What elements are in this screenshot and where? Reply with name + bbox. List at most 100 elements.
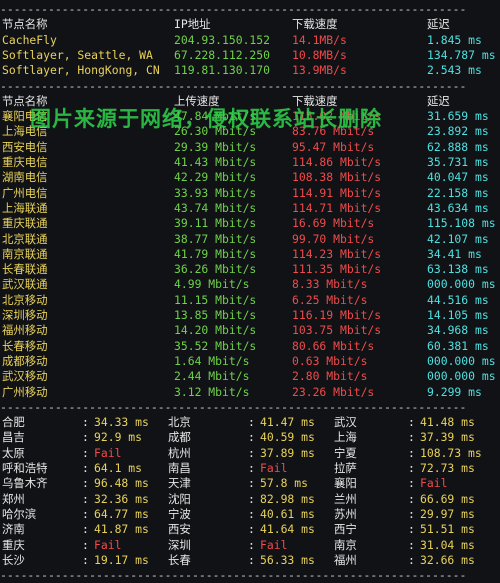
isp-table-row: 福州移动 14.20 Mbit/s 103.75 Mbit/s 34.968 ms bbox=[0, 323, 500, 338]
city-name: 福州 bbox=[334, 552, 357, 567]
latency: 000.000 ms bbox=[427, 353, 496, 368]
ping-row: 合肥:34.33 ms 北京:41.47 ms 武汉:41.48 ms bbox=[0, 415, 500, 430]
ping-row: 长沙:19.17 ms 长春:56.33 ms 福州:32.66 ms bbox=[0, 553, 500, 568]
divider: ----------------------------------------… bbox=[0, 79, 500, 94]
city-name: 宁波 bbox=[168, 506, 191, 521]
city-name: 襄阳 bbox=[334, 476, 357, 491]
colon-separator: : bbox=[82, 445, 89, 460]
latency: 000.000 ms bbox=[427, 277, 496, 292]
node-name: 武汉移动 bbox=[2, 369, 48, 384]
ping-value: Fail bbox=[94, 445, 122, 460]
city-name: 兰州 bbox=[334, 491, 357, 506]
isp-table-row: 武汉移动 2.44 Mbit/s 2.80 Mbit/s 000.000 ms bbox=[0, 369, 500, 384]
isp-table-row: 广州移动 3.12 Mbit/s 23.26 Mbit/s 9.299 ms bbox=[0, 385, 500, 400]
node-name: 西安电信 bbox=[2, 139, 48, 154]
download-speed: 80.66 Mbit/s bbox=[292, 338, 375, 353]
cdn-table-row: CacheFly 204.93.150.152 14.1MB/s 1.845 ms bbox=[0, 33, 500, 48]
isp-table-row: 深圳移动 13.85 Mbit/s 116.19 Mbit/s 14.105 ms bbox=[0, 308, 500, 323]
terminal-window: ----------------------------------------… bbox=[0, 0, 500, 582]
ping-value: 34.33 ms bbox=[94, 415, 149, 430]
isp-table-row: 南京联通 41.79 Mbit/s 114.23 Mbit/s 34.41 ms bbox=[0, 247, 500, 262]
isp-table-row: 重庆电信 41.43 Mbit/s 114.86 Mbit/s 35.731 ms bbox=[0, 155, 500, 170]
divider-line: ----------------------------------------… bbox=[0, 2, 467, 16]
colon-separator: : bbox=[408, 537, 415, 552]
city-name: 苏州 bbox=[334, 506, 357, 521]
ping-value: Fail bbox=[260, 461, 288, 475]
ip-address: 119.81.130.170 bbox=[174, 63, 271, 78]
node-name: 重庆电信 bbox=[2, 155, 48, 169]
cdn-header-cell: IP地址 bbox=[174, 17, 211, 32]
ping-value: 40.61 ms bbox=[260, 506, 315, 521]
upload-speed: 11.15 Mbit/s bbox=[174, 292, 257, 307]
colon-separator: : bbox=[408, 430, 415, 445]
colon-separator: : bbox=[82, 537, 89, 552]
ip-address: 67.228.112.250 bbox=[174, 47, 271, 62]
ping-value: 96.48 ms bbox=[94, 476, 149, 491]
isp-table-row: 西安电信 29.39 Mbit/s 95.47 Mbit/s 62.888 ms bbox=[0, 140, 500, 155]
ping-value: 66.69 ms bbox=[420, 491, 475, 506]
latency: 63.138 ms bbox=[427, 262, 489, 277]
ping-value: 57.8 ms bbox=[260, 476, 309, 491]
upload-speed: 42.29 Mbit/s bbox=[174, 170, 257, 185]
download-speed: 2.80 Mbit/s bbox=[292, 369, 368, 384]
ping-row: 济南:41.87 ms 西安:41.64 ms 西宁:51.51 ms bbox=[0, 522, 500, 537]
colon-separator: : bbox=[408, 552, 415, 567]
cdn-header-cell: 下载速度 bbox=[292, 17, 338, 32]
cdn-header-cell: 延迟 bbox=[427, 17, 450, 32]
node-name: 北京联通 bbox=[2, 231, 48, 246]
latency: 60.381 ms bbox=[427, 338, 489, 353]
ping-value: Fail bbox=[420, 476, 448, 491]
ping-value: 72.73 ms bbox=[420, 461, 475, 475]
isp-table-row: 长春联通 36.26 Mbit/s 111.35 Mbit/s 63.138 ms bbox=[0, 262, 500, 277]
download-speed: 14.1MB/s bbox=[292, 32, 347, 47]
cdn-table-row: Softlayer, Seattle, WA 67.228.112.250 10.8… bbox=[0, 48, 500, 63]
node-name: 湖南电信 bbox=[2, 170, 48, 185]
upload-speed: 29.39 Mbit/s bbox=[174, 139, 257, 154]
node-name: Softlayer, HongKong, CN bbox=[2, 63, 160, 78]
isp-header-cell: 延迟 bbox=[427, 93, 450, 108]
colon-separator: : bbox=[248, 506, 255, 521]
city-name: 哈尔滨 bbox=[2, 506, 37, 521]
city-name: 长沙 bbox=[2, 552, 25, 567]
city-name: 杭州 bbox=[168, 445, 191, 460]
latency: 22.158 ms bbox=[427, 185, 489, 200]
colon-separator: : bbox=[408, 522, 415, 537]
city-name: 成都 bbox=[168, 430, 191, 445]
node-name: 重庆联通 bbox=[2, 216, 48, 231]
download-speed: 8.33 Mbit/s bbox=[292, 277, 368, 292]
upload-speed: 35.52 Mbit/s bbox=[174, 338, 257, 353]
download-speed: 114.91 Mbit/s bbox=[292, 185, 382, 200]
colon-separator: : bbox=[408, 445, 415, 460]
city-name: 宁夏 bbox=[334, 445, 357, 460]
ping-value: Fail bbox=[260, 537, 288, 552]
ping-row: 郑州:32.36 ms 沈阳:82.98 ms 兰州:66.69 ms bbox=[0, 492, 500, 507]
city-name: 呼和浩特 bbox=[2, 461, 48, 475]
upload-speed: 41.43 Mbit/s bbox=[174, 155, 257, 169]
city-name: 拉萨 bbox=[334, 461, 357, 475]
latency: 115.108 ms bbox=[427, 216, 496, 231]
upload-speed: 1.64 Mbit/s bbox=[174, 353, 250, 368]
upload-speed: 13.85 Mbit/s bbox=[174, 308, 257, 322]
colon-separator: : bbox=[248, 552, 255, 567]
download-speed: 23.26 Mbit/s bbox=[292, 384, 375, 399]
colon-separator: : bbox=[82, 552, 89, 567]
ping-value: 32.66 ms bbox=[420, 552, 475, 567]
download-speed: 95.47 Mbit/s bbox=[292, 139, 375, 154]
ping-row: 呼和浩特:64.1 ms 南昌: Fail 拉萨:72.73 ms bbox=[0, 461, 500, 476]
colon-separator: : bbox=[248, 445, 255, 460]
ping-value: 19.17 ms bbox=[94, 552, 149, 567]
watermark-text: 图片来源于网络，侵权联系站长删除 bbox=[30, 107, 382, 131]
upload-speed: 14.20 Mbit/s bbox=[174, 323, 257, 338]
upload-speed: 2.44 Mbit/s bbox=[174, 369, 250, 384]
ping-value: 56.33 ms bbox=[260, 552, 315, 567]
node-name: 广州移动 bbox=[2, 384, 48, 399]
latency: 42.107 ms bbox=[427, 231, 489, 246]
download-speed: 114.86 Mbit/s bbox=[292, 155, 382, 169]
node-name: 成都移动 bbox=[2, 353, 48, 368]
ip-address: 204.93.150.152 bbox=[174, 32, 271, 47]
node-name: 长春移动 bbox=[2, 338, 48, 353]
ping-value: Fail bbox=[94, 537, 122, 552]
ping-value: 41.48 ms bbox=[420, 415, 475, 430]
colon-separator: : bbox=[82, 506, 89, 521]
city-name: 深圳 bbox=[168, 537, 191, 552]
